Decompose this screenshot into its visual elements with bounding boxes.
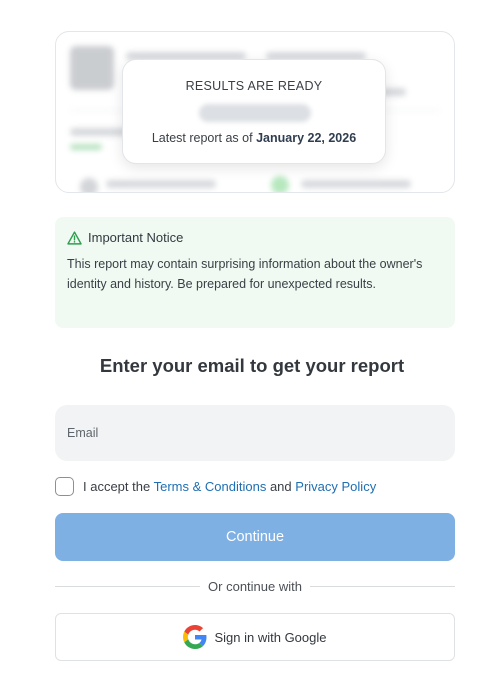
terms-checkbox[interactable] <box>55 477 74 496</box>
blurred-icon <box>271 176 289 192</box>
notice-header: Important Notice <box>67 230 443 245</box>
notice-title: Important Notice <box>88 230 184 245</box>
continue-button[interactable]: Continue <box>55 513 455 561</box>
blurred-photo <box>70 46 114 90</box>
results-ready-popup: RESULTS ARE READY Latest report as of Ja… <box>122 59 386 164</box>
google-sign-in-label: Sign in with Google <box>214 629 327 645</box>
google-logo-icon <box>183 625 207 649</box>
terms-link[interactable]: Terms & Conditions <box>154 479 267 494</box>
blurred-text <box>70 128 130 136</box>
terms-text: I accept the Terms & Conditions and Priv… <box>83 479 376 494</box>
terms-row: I accept the Terms & Conditions and Priv… <box>55 477 376 496</box>
terms-prefix: I accept the <box>83 479 151 494</box>
divider-line <box>309 586 455 587</box>
email-form-heading: Enter your email to get your report <box>99 355 405 376</box>
report-date: January 22, 2026 <box>256 131 357 145</box>
warning-triangle-icon <box>67 230 82 245</box>
divider-line <box>55 586 201 587</box>
terms-and: and <box>269 479 292 494</box>
report-date-line: Latest report as of January 22, 2026 <box>123 131 385 145</box>
blurred-text <box>70 144 102 150</box>
blurred-icon <box>80 178 98 192</box>
google-sign-in-button[interactable]: Sign in with Google <box>55 613 455 661</box>
report-date-prefix: Latest report as of <box>151 131 253 145</box>
or-divider-text: Or continue with <box>208 579 302 594</box>
notice-body: This report may contain surprising infor… <box>67 257 423 291</box>
important-notice: Important Notice This report may contain… <box>55 217 455 328</box>
blurred-text <box>301 180 411 188</box>
email-input[interactable] <box>55 405 455 461</box>
privacy-link[interactable]: Privacy Policy <box>295 479 376 494</box>
or-divider: Or continue with <box>55 579 455 594</box>
blurred-name <box>199 104 311 122</box>
blurred-text <box>106 180 216 188</box>
results-title: RESULTS ARE READY <box>185 79 323 93</box>
